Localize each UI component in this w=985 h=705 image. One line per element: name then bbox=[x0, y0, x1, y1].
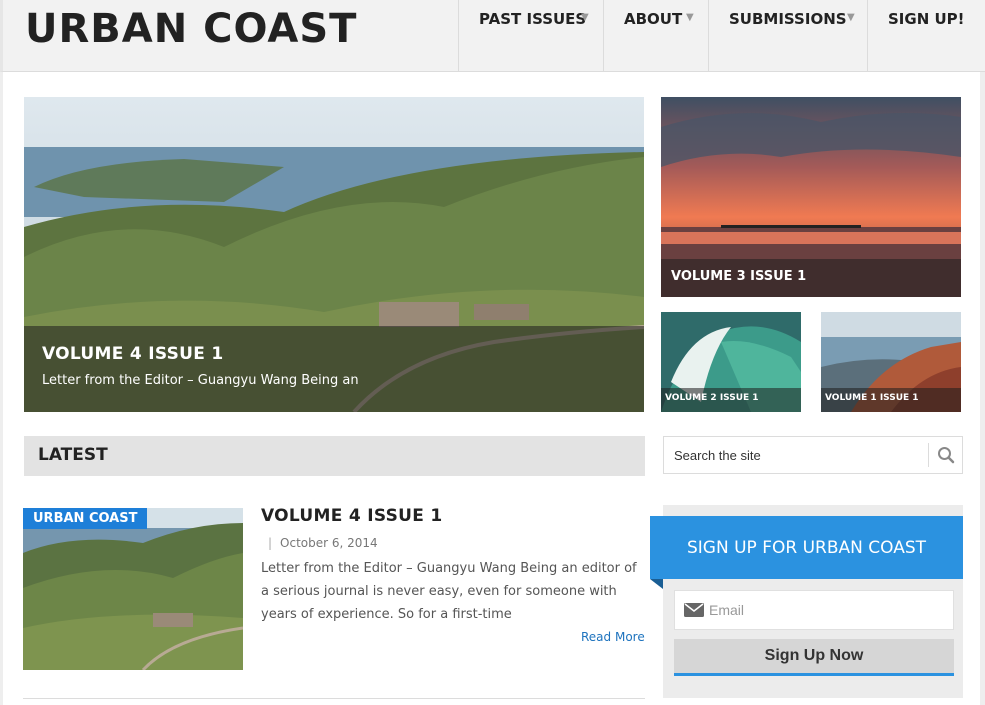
featured-caption: VOLUME 4 ISSUE 1 Letter from the Editor … bbox=[24, 326, 644, 412]
nav-item-about[interactable]: ABOUT ▼ bbox=[603, 0, 708, 72]
site-logo[interactable]: URBAN COAST bbox=[25, 6, 357, 52]
chevron-down-icon: ▼ bbox=[581, 12, 589, 23]
scrollbar-track[interactable] bbox=[980, 72, 985, 705]
post-title[interactable]: VOLUME 3 ISSUE 1 bbox=[671, 269, 951, 284]
article-divider bbox=[23, 698, 645, 699]
article-excerpt: Letter from the Editor – Guangyu Wang Be… bbox=[261, 561, 637, 622]
email-input[interactable] bbox=[709, 591, 949, 629]
search-button[interactable] bbox=[928, 443, 962, 467]
featured-post-volume-2[interactable]: VOLUME 2 ISSUE 1 bbox=[661, 312, 801, 412]
search-icon bbox=[937, 447, 954, 464]
chevron-down-icon: ▼ bbox=[847, 12, 855, 23]
search-input[interactable] bbox=[664, 437, 929, 473]
article-meta: | October 6, 2014 bbox=[268, 536, 378, 550]
main-nav: PAST ISSUES ▼ ABOUT ▼ SUBMISSIONS ▼ SIGN… bbox=[458, 0, 985, 72]
nav-item-label: SUBMISSIONS bbox=[729, 10, 847, 28]
featured-subtitle: Letter from the Editor – Guangyu Wang Be… bbox=[42, 373, 359, 388]
featured-post-volume-3[interactable]: VOLUME 3 ISSUE 1 bbox=[661, 97, 961, 297]
post-title[interactable]: VOLUME 2 ISSUE 1 bbox=[665, 393, 797, 403]
post-title[interactable]: VOLUME 1 ISSUE 1 bbox=[825, 393, 957, 403]
read-more-link[interactable]: Read More bbox=[581, 630, 645, 644]
post-caption: VOLUME 1 ISSUE 1 bbox=[821, 388, 961, 412]
page-left-edge bbox=[0, 72, 3, 705]
featured-title[interactable]: VOLUME 4 ISSUE 1 bbox=[42, 344, 626, 364]
signup-heading: SIGN UP FOR URBAN COAST bbox=[650, 516, 963, 579]
nav-item-label: SIGN UP! bbox=[888, 10, 965, 28]
thumbnail-image bbox=[23, 508, 243, 670]
signup-title: SIGN UP FOR URBAN COAST bbox=[687, 538, 926, 558]
nav-item-submissions[interactable]: SUBMISSIONS ▼ bbox=[708, 0, 867, 72]
nav-item-past-issues[interactable]: PAST ISSUES ▼ bbox=[458, 0, 603, 72]
post-caption: VOLUME 2 ISSUE 1 bbox=[661, 388, 801, 412]
featured-post-volume-1[interactable]: VOLUME 1 ISSUE 1 bbox=[821, 312, 961, 412]
search-form bbox=[663, 436, 963, 474]
meta-separator: | bbox=[268, 536, 273, 550]
nav-item-label: PAST ISSUES bbox=[479, 10, 587, 28]
envelope-icon bbox=[684, 603, 704, 617]
ribbon-fold bbox=[650, 579, 663, 589]
article-title[interactable]: VOLUME 4 ISSUE 1 bbox=[261, 506, 443, 526]
section-title: LATEST bbox=[38, 445, 108, 465]
category-badge[interactable]: URBAN COAST bbox=[23, 508, 148, 529]
article-thumbnail[interactable]: URBAN COAST bbox=[23, 508, 243, 670]
site-header: URBAN COAST PAST ISSUES ▼ ABOUT ▼ SUBMIS… bbox=[0, 0, 985, 72]
chevron-down-icon: ▼ bbox=[686, 12, 694, 23]
latest-section-heading: LATEST bbox=[24, 436, 645, 476]
nav-item-sign-up[interactable]: SIGN UP! bbox=[867, 0, 985, 72]
nav-item-label: ABOUT bbox=[624, 10, 683, 28]
email-field bbox=[674, 590, 954, 630]
article-date: October 6, 2014 bbox=[280, 536, 378, 550]
sign-up-now-button[interactable]: Sign Up Now bbox=[674, 639, 954, 676]
post-caption: VOLUME 3 ISSUE 1 bbox=[661, 259, 961, 297]
featured-post-volume-4[interactable]: VOLUME 4 ISSUE 1 Letter from the Editor … bbox=[24, 97, 644, 412]
